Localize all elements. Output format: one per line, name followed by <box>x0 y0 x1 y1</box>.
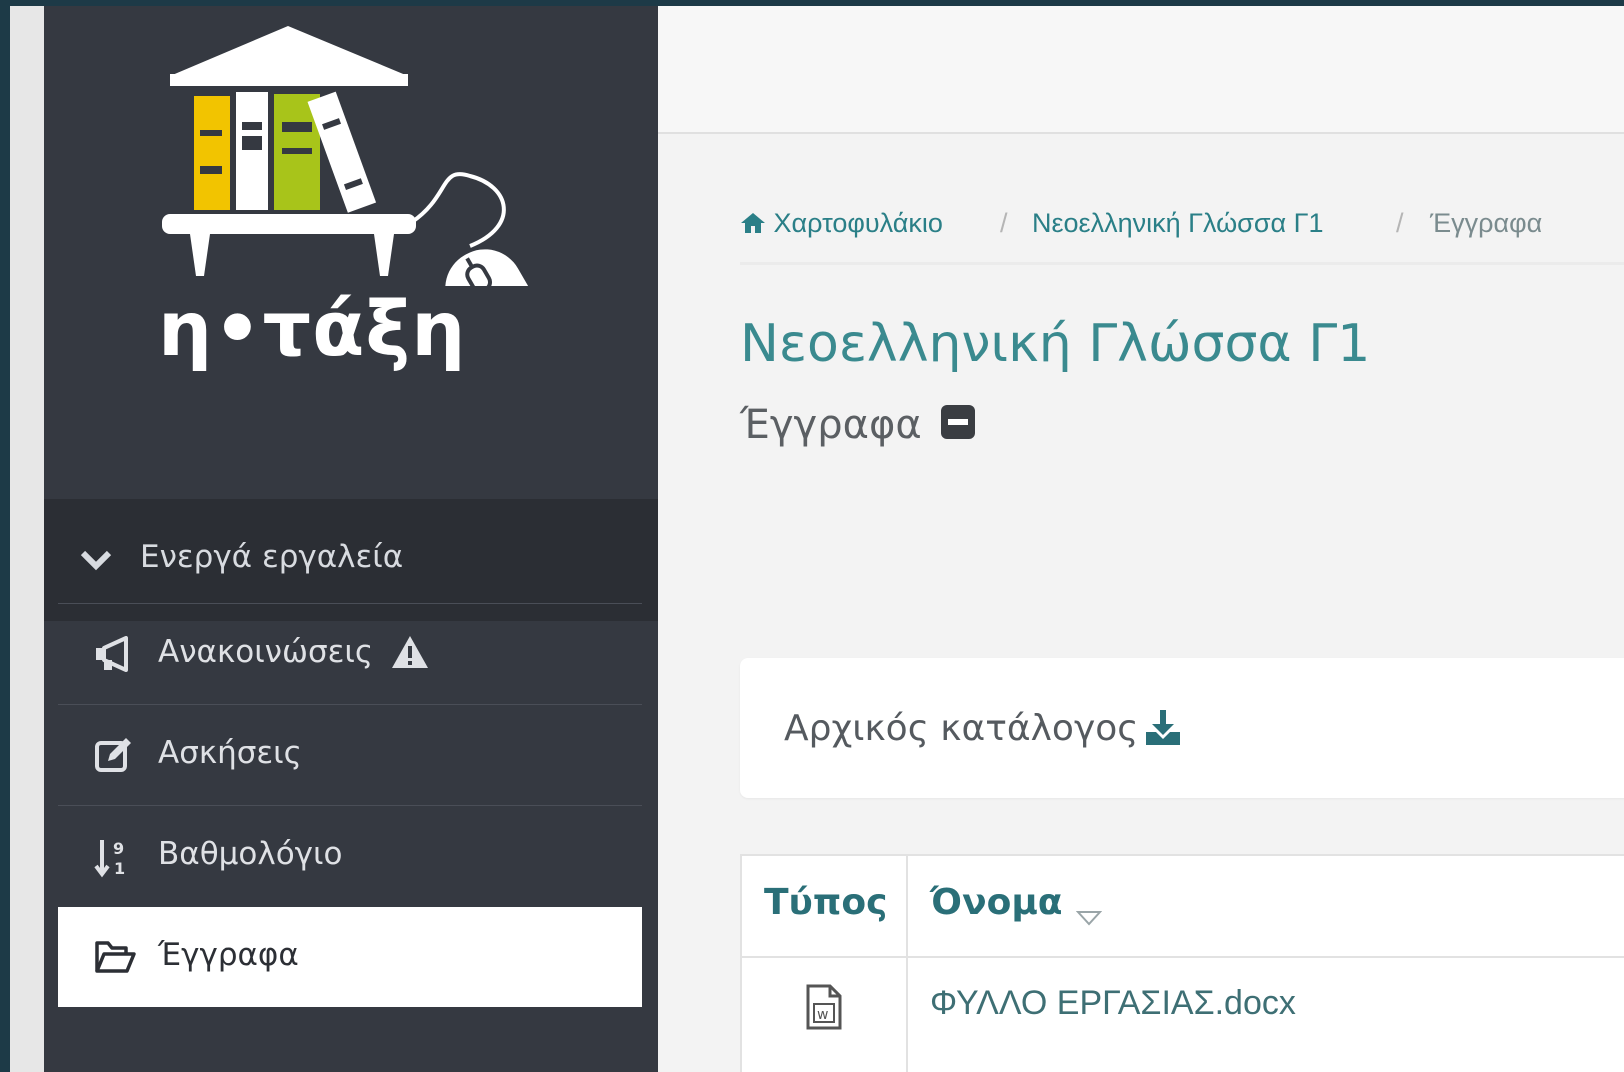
sidebar-item-label: Βαθμολόγιο <box>158 836 343 872</box>
breadcrumb-home[interactable]: Χαρτοφυλάκιο <box>740 208 943 239</box>
minus-square-icon[interactable] <box>940 404 976 450</box>
logo[interactable]: η•τάξη <box>44 6 658 496</box>
edit-icon <box>94 737 134 781</box>
root-directory-label: Αρχικός κατάλογος <box>784 708 1139 749</box>
chevron-down-icon <box>80 543 112 579</box>
page-title: Νεοελληνική Γλώσσα Γ1 <box>740 314 1371 374</box>
sidebar-item-label: Ανακοινώσεις <box>158 634 374 670</box>
tools-header-label: Ενεργά εργαλεία <box>140 539 404 575</box>
table-cell-type: w <box>742 958 908 1072</box>
breadcrumb: Χαρτοφυλάκιο / Νεοελληνική Γλώσσα Γ1 / Έ… <box>740 196 1624 265</box>
sidebar-item-documents[interactable]: Έγγραφα <box>58 907 642 1007</box>
sidebar-item-label: Έγγραφα <box>158 937 299 973</box>
breadcrumb-separator: / <box>1000 208 1008 238</box>
documents-table: Τύπος Όνομα w ΦΥΛΛΟ ΕΡΓΑΣΙΑΣ.docx <box>740 854 1624 1072</box>
warning-icon <box>390 634 430 678</box>
home-icon <box>741 213 765 233</box>
subtitle-label: Έγγραφα <box>740 402 922 448</box>
svg-text:9: 9 <box>113 839 124 858</box>
app-frame: η•τάξη Ενεργά εργαλεία Ανακοινώσεις Ασκή… <box>10 6 1624 1072</box>
svg-text:w: w <box>817 1007 828 1023</box>
sort-numeric-icon: 9 1 <box>94 838 134 886</box>
sidebar-item-label: Ασκήσεις <box>158 735 302 771</box>
column-header-name[interactable]: Όνομα <box>908 856 1624 956</box>
breadcrumb-separator: / <box>1396 208 1404 238</box>
library-logo-icon <box>162 26 535 286</box>
folder-open-icon <box>94 939 136 983</box>
top-bar <box>658 6 1624 134</box>
breadcrumb-course[interactable]: Νεοελληνική Γλώσσα Γ1 <box>1032 208 1324 239</box>
logo-text: η•τάξη <box>158 284 467 373</box>
file-name-link[interactable]: ΦΥΛΛΟ ΕΡΓΑΣΙΑΣ.docx <box>930 984 1296 1023</box>
megaphone-icon <box>94 636 134 680</box>
root-directory-panel: Αρχικός κατάλογος <box>740 658 1624 798</box>
breadcrumb-current: Έγγραφα <box>1430 208 1543 238</box>
download-icon[interactable] <box>1144 710 1182 750</box>
column-header-type: Τύπος <box>742 856 908 956</box>
page-subtitle: Έγγραφα <box>740 402 976 450</box>
svg-text:1: 1 <box>114 859 125 878</box>
main-content: Χαρτοφυλάκιο / Νεοελληνική Γλώσσα Γ1 / Έ… <box>658 6 1624 1072</box>
sidebar-item-announcements[interactable]: Ανακοινώσεις <box>58 603 642 704</box>
sidebar: η•τάξη Ενεργά εργαλεία Ανακοινώσεις Ασκή… <box>44 6 658 1072</box>
sidebar-item-exercises[interactable]: Ασκήσεις <box>58 704 642 805</box>
sidebar-item-gradebook[interactable]: 9 1 Βαθμολόγιο <box>58 805 642 906</box>
sort-caret-icon <box>1075 894 1103 935</box>
word-file-icon: w <box>806 984 842 1030</box>
